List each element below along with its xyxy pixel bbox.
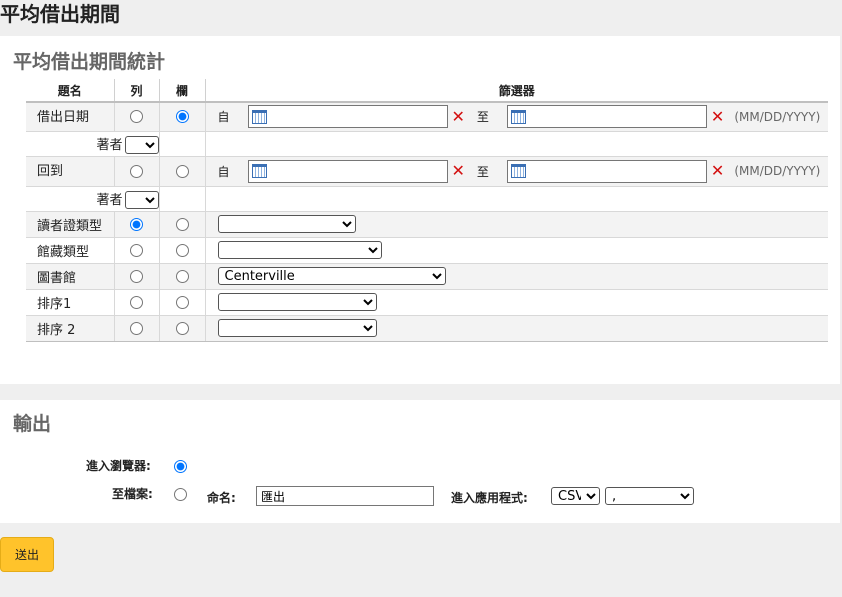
calendar-icon[interactable] <box>251 109 267 124</box>
clear-date-icon[interactable]: ✕ <box>452 163 465 179</box>
sort2-select[interactable] <box>217 319 377 337</box>
return-from-input[interactable] <box>247 159 448 183</box>
format-select[interactable]: CSV <box>551 487 600 505</box>
table-row-sort1: 排序1 <box>26 288 828 315</box>
submit-button[interactable]: 送出 <box>0 537 54 572</box>
checkout-date-col-radio[interactable] <box>175 110 189 124</box>
to-file-label: 至檔案: <box>112 487 153 501</box>
sort2-col-radio[interactable] <box>175 321 189 335</box>
patron-category-select[interactable] <box>217 215 356 233</box>
row-label-sort1: 排序1 <box>26 288 114 315</box>
to-label: 至 <box>476 164 489 179</box>
from-label: 自 <box>217 110 230 125</box>
table-row-sort2: 排序 2 <box>26 314 828 342</box>
to-label: 至 <box>476 110 489 125</box>
checkout-date-filter: 自 ✕ 至 ✕ (MM/DD/YYYY) <box>204 101 828 131</box>
calendar-icon[interactable] <box>510 109 526 124</box>
checkout-date-row-radio[interactable] <box>130 110 143 124</box>
column-header-col: 欄 <box>158 79 205 103</box>
row-label-sort2: 排序 2 <box>26 314 114 342</box>
sort1-col-radio[interactable] <box>175 295 189 309</box>
row-label-library: 圖書館 <box>26 262 114 289</box>
calendar-icon[interactable] <box>510 164 526 178</box>
sort1-row-radio[interactable] <box>130 295 143 309</box>
file-name-input[interactable] <box>256 486 434 506</box>
calendar-icon[interactable] <box>251 164 267 178</box>
statistics-panel-title: 平均借出期間統計 <box>13 51 166 73</box>
to-browser-radio[interactable] <box>174 460 187 473</box>
row-label-item-type: 館藏類型 <box>26 236 114 263</box>
clear-date-icon[interactable]: ✕ <box>711 163 724 179</box>
library-col-radio[interactable] <box>175 269 189 283</box>
table-row-checkout-date: 借出日期 自 ✕ 至 ✕ (MM/DD/YYYY) <box>26 101 828 131</box>
return-row-radio[interactable] <box>130 164 143 178</box>
table-row-checkout-author: 著者 <box>26 130 828 156</box>
delimiter-select[interactable]: , <box>605 487 694 505</box>
return-author-select[interactable] <box>124 190 159 209</box>
to-browser-label: 進入瀏覽器: <box>86 459 151 473</box>
sort1-select[interactable] <box>217 293 377 311</box>
output-panel-title: 輸出 <box>13 413 52 435</box>
row-label-return: 回到 <box>26 155 114 186</box>
item-type-select[interactable] <box>217 241 382 259</box>
statistics-panel: 平均借出期間統計 題名 列 欄 篩選器 借出日期 自 ✕ 至 ✕ (MM/DD/… <box>0 36 840 384</box>
table-row-return: 回到 自 ✕ 至 ✕ (MM/DD/YYYY) <box>26 155 828 186</box>
author-label: 著者 <box>96 192 123 208</box>
table-header-row: 題名 列 欄 篩選器 <box>26 79 828 103</box>
checkout-author-select[interactable] <box>124 135 159 154</box>
checkout-date-from-input[interactable] <box>247 105 448 129</box>
date-format-hint: (MM/DD/YYYY) <box>734 164 821 178</box>
item-type-col-radio[interactable] <box>175 243 189 257</box>
library-select[interactable]: Centerville <box>217 267 446 285</box>
table-row-item-type: 館藏類型 <box>26 236 828 263</box>
item-type-row-radio[interactable] <box>130 243 143 257</box>
output-panel: 輸出 進入瀏覽器: 至檔案: 命名: 進入應用程式: CSV , <box>0 400 840 523</box>
table-row-library: 圖書館 Centerville <box>26 262 828 289</box>
author-label: 著者 <box>96 137 123 153</box>
return-author-cell: 著者 <box>26 185 159 211</box>
clear-date-icon[interactable]: ✕ <box>711 108 724 125</box>
date-format-hint: (MM/DD/YYYY) <box>734 109 821 124</box>
patron-category-col-radio[interactable] <box>175 217 189 231</box>
application-label: 進入應用程式: <box>451 491 528 505</box>
checkout-date-to-input[interactable] <box>506 105 707 129</box>
clear-date-icon[interactable]: ✕ <box>452 108 465 125</box>
sort2-row-radio[interactable] <box>130 321 143 335</box>
table-row-patron-category: 讀者證類型 <box>26 210 828 237</box>
file-name-label: 命名: <box>207 491 236 505</box>
to-file-radio[interactable] <box>174 488 187 501</box>
table-row-return-author: 著者 <box>26 185 828 211</box>
patron-category-row-radio[interactable] <box>130 217 143 231</box>
column-header-filter: 篩選器 <box>204 79 828 103</box>
column-header-name: 題名 <box>26 79 114 103</box>
page-title: 平均借出期間 <box>0 2 120 26</box>
column-header-row: 列 <box>113 79 159 103</box>
library-row-radio[interactable] <box>130 269 143 283</box>
from-label: 自 <box>217 164 230 179</box>
row-label-patron-category: 讀者證類型 <box>26 210 114 237</box>
row-label-checkout-date: 借出日期 <box>26 101 114 131</box>
checkout-author-cell: 著者 <box>26 130 159 156</box>
statistics-table: 題名 列 欄 篩選器 借出日期 自 ✕ 至 ✕ (MM/DD/YYYY) 著者 … <box>26 79 828 342</box>
return-col-radio[interactable] <box>175 164 189 178</box>
return-to-input[interactable] <box>506 159 707 183</box>
return-filter: 自 ✕ 至 ✕ (MM/DD/YYYY) <box>204 155 828 186</box>
